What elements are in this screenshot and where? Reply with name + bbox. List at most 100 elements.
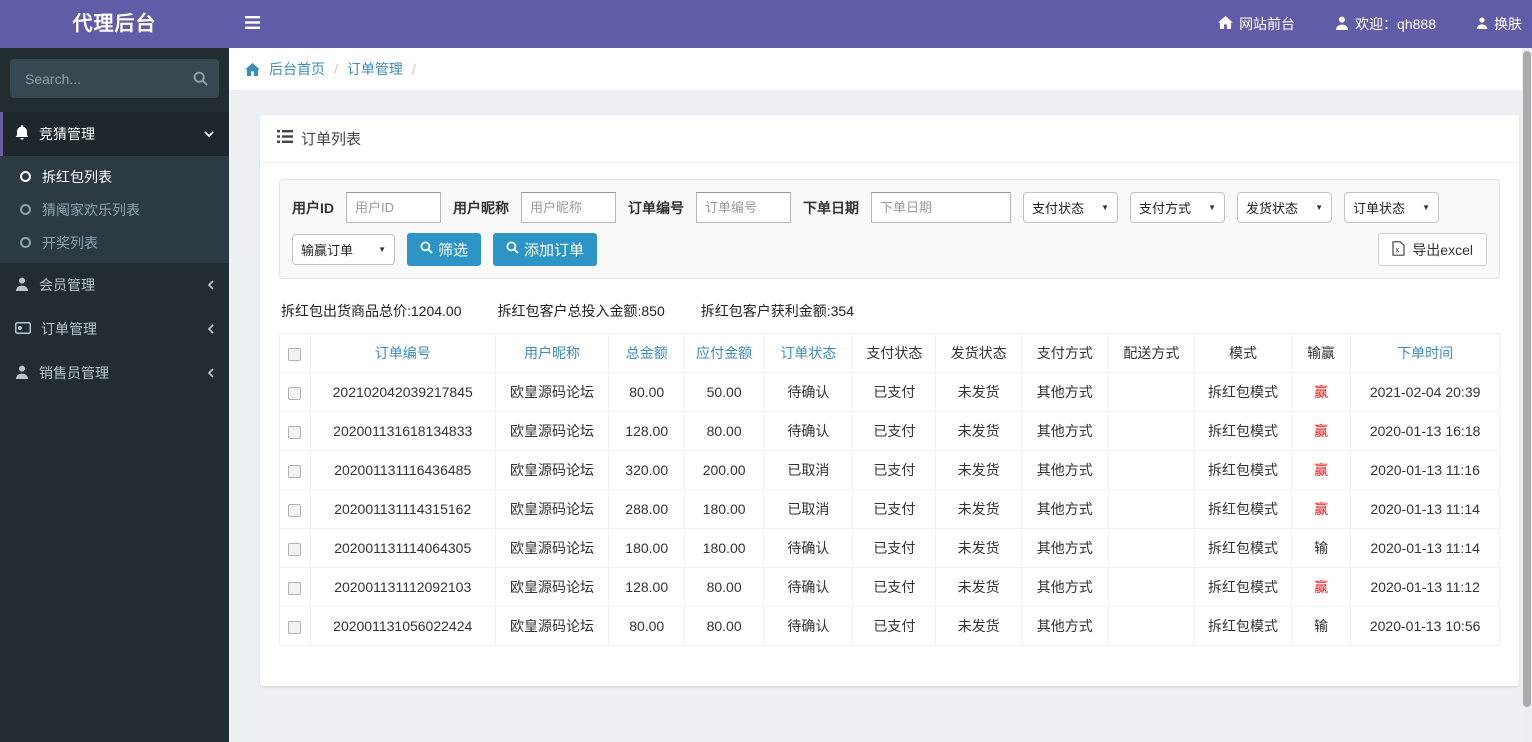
top-bar: 代理后台 网站前台 欢迎：qh888 换肤 (0, 0, 1532, 48)
table-header-row: 订单编号 用户昵称 总金额 应付金额 订单状态 支付状态 发货状态 支付方式 配… (279, 333, 1500, 373)
row-checkbox[interactable] (288, 581, 302, 595)
cell-ship-status: 未发货 (935, 606, 1022, 646)
search-input[interactable] (10, 59, 219, 98)
winlose-select[interactable]: 输赢订单 ▼ (292, 234, 395, 265)
order-no-label: 订单编号 (628, 199, 684, 216)
cell-mode: 拆红包模式 (1194, 606, 1292, 646)
sidebar-item-sales-management[interactable]: 销售员管理 (0, 351, 229, 395)
order-status-select[interactable]: 订单状态 ▼ (1344, 192, 1439, 223)
export-excel-button[interactable]: x 导出excel (1378, 233, 1487, 266)
cell-delivery (1107, 528, 1196, 568)
scrollbar-thumb[interactable] (1523, 51, 1531, 707)
table-row: 202001131618134833 欧皇源码论坛 128.00 80.00 待确认 已支… (279, 411, 1500, 451)
filter-box: 用户ID 用户昵称 订单编号 下单日期 支付状态▼ 支付方式▼ (279, 179, 1500, 279)
nickname-input[interactable] (521, 192, 616, 223)
user-id-input[interactable] (346, 192, 441, 223)
select-all-checkbox[interactable] (288, 347, 302, 361)
header-payable[interactable]: 应付金额 (683, 333, 765, 373)
cell-total: 80.00 (608, 372, 685, 412)
cell-order-no: 202001131618134833 (309, 411, 496, 451)
cell-mode: 拆红包模式 (1194, 372, 1292, 412)
cell-payable: 200.00 (683, 450, 765, 490)
frontend-link[interactable]: 网站前台 (1218, 14, 1295, 34)
cell-delivery (1107, 606, 1196, 646)
cell-delivery (1107, 450, 1196, 490)
chevron-down-icon (204, 131, 214, 137)
sidebar-item-member-management[interactable]: 会员管理 (0, 263, 229, 307)
cell-order-no: 202001131114064305 (309, 528, 496, 568)
sidebar-subitem-red-packet-list[interactable]: 拆红包列表 (0, 160, 229, 193)
circle-icon (20, 204, 31, 215)
cell-time: 2020-01-13 11:14 (1350, 489, 1500, 529)
sidebar-item-guess-management[interactable]: 竞猜管理 (0, 112, 229, 156)
header-time[interactable]: 下单时间 (1350, 333, 1500, 373)
sidebar-item-order-management[interactable]: 订单管理 (0, 307, 229, 351)
excel-icon: x (1392, 240, 1405, 259)
row-checkbox[interactable] (288, 386, 302, 400)
filter-button[interactable]: 筛选 (407, 233, 482, 266)
panel-body: 用户ID 用户昵称 订单编号 下单日期 支付状态▼ 支付方式▼ (260, 163, 1519, 686)
skin-icon (1476, 16, 1488, 33)
row-checkbox[interactable] (288, 503, 302, 517)
row-checkbox[interactable] (288, 425, 302, 439)
cell-payable: 80.00 (683, 606, 765, 646)
cell-order-status: 待确认 (763, 372, 854, 412)
header-nickname[interactable]: 用户昵称 (494, 333, 610, 373)
cell-result: 输 (1290, 528, 1352, 568)
search-icon[interactable] (193, 71, 208, 91)
header-pay-method: 支付方式 (1020, 333, 1109, 373)
cell-delivery (1107, 489, 1196, 529)
cell-nickname: 欧皇源码论坛 (494, 372, 610, 412)
cell-pay-status: 已支付 (852, 606, 937, 646)
cell-total: 128.00 (608, 411, 685, 451)
breadcrumb-current-link[interactable]: 订单管理 (347, 59, 403, 79)
cell-time: 2020-01-13 11:12 (1350, 567, 1500, 607)
pay-status-select[interactable]: 支付状态 ▼ (1023, 192, 1118, 223)
cell-checkbox (279, 567, 311, 607)
cell-order-status: 待确认 (763, 567, 854, 607)
sidebar-subitem-guess-happy-list[interactable]: 猜阄家欢乐列表 (0, 193, 229, 226)
cell-pay-method: 其他方式 (1020, 567, 1109, 607)
cell-order-no: 202102042039217845 (309, 372, 496, 412)
order-no-input[interactable] (696, 192, 791, 223)
ship-status-select[interactable]: 发货状态 ▼ (1237, 192, 1332, 223)
row-checkbox[interactable] (288, 464, 302, 478)
sidebar-subitem-lottery-list[interactable]: 开奖列表 (0, 226, 229, 259)
sidebar: 竞猜管理 拆红包列表 猜阄家欢乐列表 开奖列表 会员管理 (0, 48, 229, 742)
cell-time: 2020-01-13 11:16 (1350, 450, 1500, 490)
app-logo[interactable]: 代理后台 (0, 0, 229, 48)
sidebar-toggle-button[interactable] (229, 0, 276, 48)
welcome-user[interactable]: 欢迎：qh888 (1335, 14, 1436, 34)
row-checkbox[interactable] (288, 542, 302, 556)
user-id-label: 用户ID (292, 199, 334, 216)
panel-header: 订单列表 (260, 115, 1519, 163)
sidebar-search (10, 59, 219, 98)
header-order-status[interactable]: 订单状态 (763, 333, 854, 373)
cell-pay-method: 其他方式 (1020, 489, 1109, 529)
cell-time: 2020-01-13 16:18 (1350, 411, 1500, 451)
cell-mode: 拆红包模式 (1194, 411, 1292, 451)
header-winlose: 输赢 (1290, 333, 1352, 373)
filter-row-2: 输赢订单 ▼ 筛选 添加订单 x 导出excel (292, 233, 1487, 266)
caret-icon: ▼ (1208, 203, 1216, 212)
header-order-no[interactable]: 订单编号 (309, 333, 496, 373)
circle-icon (20, 171, 31, 182)
table-row: 202001131116436485 欧皇源码论坛 320.00 200.00 已取消已… (279, 450, 1500, 490)
cell-ship-status: 未发货 (935, 450, 1022, 490)
cell-nickname: 欧皇源码论坛 (494, 606, 610, 646)
table-row: 202001131114315162 欧皇源码论坛 288.00 180.00 已取消已… (279, 489, 1500, 529)
cell-checkbox (279, 489, 311, 529)
cell-total: 128.00 (608, 567, 685, 607)
pay-method-select[interactable]: 支付方式 ▼ (1130, 192, 1225, 223)
cell-time: 2021-02-04 20:39 (1350, 372, 1500, 412)
order-date-label: 下单日期 (803, 199, 859, 216)
cell-order-no: 202001131112092103 (309, 567, 496, 607)
page-scrollbar[interactable] (1522, 48, 1532, 742)
change-skin-link[interactable]: 换肤 (1476, 14, 1522, 34)
breadcrumb-home-link[interactable]: 后台首页 (269, 59, 325, 79)
header-total[interactable]: 总金额 (608, 333, 685, 373)
cell-checkbox (279, 528, 311, 568)
add-order-button[interactable]: 添加订单 (493, 233, 598, 266)
order-date-input[interactable] (871, 192, 1011, 223)
row-checkbox[interactable] (288, 620, 302, 634)
